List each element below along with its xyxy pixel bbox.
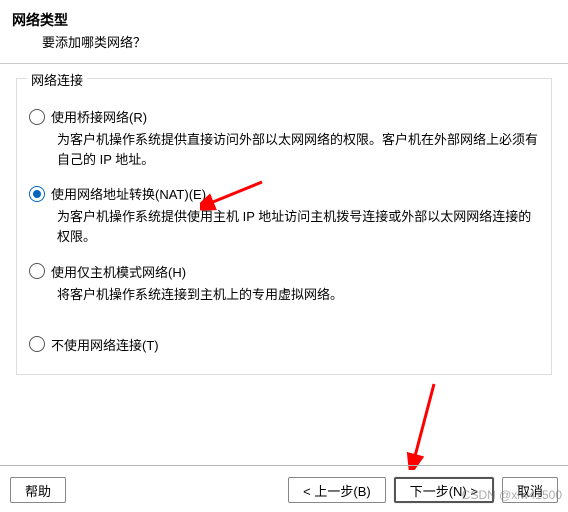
option-nat[interactable]: 使用网络地址转换(NAT)(E) 为客户机操作系统提供使用主机 IP 地址访问主…	[29, 184, 539, 247]
radio-nat[interactable]	[29, 186, 45, 202]
radio-no-network[interactable]	[29, 336, 45, 352]
option-label: 使用桥接网络(R)	[51, 107, 147, 126]
watermark: CSDN @xlw41500	[462, 488, 562, 502]
group-legend: 网络连接	[27, 70, 87, 89]
content: 网络连接 使用桥接网络(R) 为客户机操作系统提供直接访问外部以太网网络的权限。…	[0, 78, 568, 375]
option-label: 使用仅主机模式网络(H)	[51, 262, 186, 281]
back-button[interactable]: < 上一步(B)	[288, 477, 386, 503]
header-divider	[0, 63, 568, 64]
footer-divider	[0, 465, 568, 466]
option-label: 使用网络地址转换(NAT)(E)	[51, 184, 206, 203]
annotation-arrow-next	[400, 380, 446, 470]
radio-host-only[interactable]	[29, 263, 45, 279]
page-title: 网络类型	[12, 10, 556, 30]
option-desc: 为客户机操作系统提供使用主机 IP 地址访问主机拨号连接或外部以太网网络连接的权…	[57, 207, 539, 247]
option-host-only[interactable]: 使用仅主机模式网络(H) 将客户机操作系统连接到主机上的专用虚拟网络。	[29, 262, 539, 305]
network-connection-group: 网络连接 使用桥接网络(R) 为客户机操作系统提供直接访问外部以太网网络的权限。…	[16, 78, 552, 375]
option-bridged[interactable]: 使用桥接网络(R) 为客户机操作系统提供直接访问外部以太网网络的权限。客户机在外…	[29, 107, 539, 170]
option-label: 不使用网络连接(T)	[51, 335, 159, 354]
option-desc: 为客户机操作系统提供直接访问外部以太网网络的权限。客户机在外部网络上必须有自己的…	[57, 130, 539, 170]
page-subtitle: 要添加哪类网络？	[42, 32, 556, 51]
option-desc: 将客户机操作系统连接到主机上的专用虚拟网络。	[57, 285, 539, 305]
help-button[interactable]: 帮助	[10, 477, 66, 503]
wizard-header: 网络类型 要添加哪类网络？	[0, 0, 568, 59]
radio-bridged[interactable]	[29, 109, 45, 125]
option-no-network[interactable]: 不使用网络连接(T)	[29, 335, 539, 354]
